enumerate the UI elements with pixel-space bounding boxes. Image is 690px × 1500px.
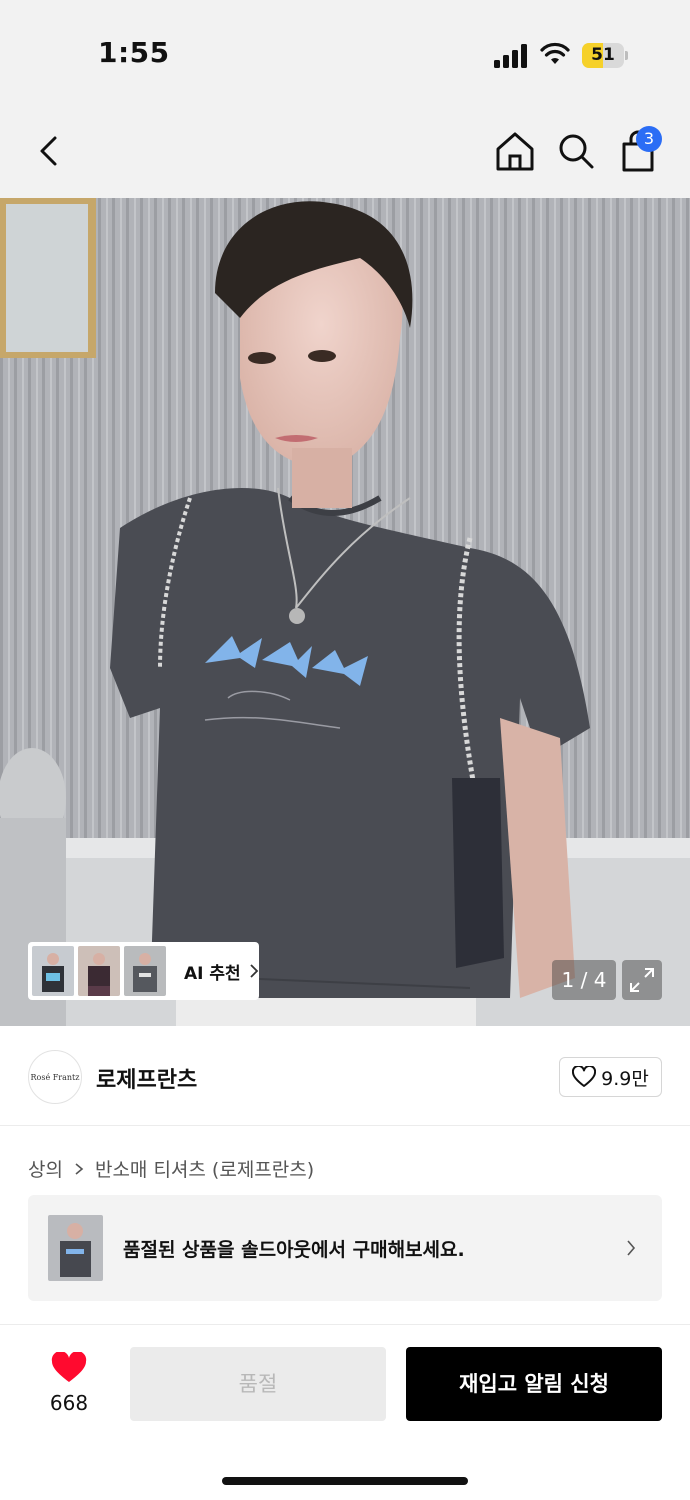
soldout-marketplace-banner[interactable]: 품절된 상품을 솔드아웃에서 구매해보세요. (28, 1195, 662, 1301)
breadcrumb: 상의 반소매 티셔츠 (로제프란츠) (28, 1155, 314, 1182)
brand-logo[interactable]: Rosé Frantz (28, 1050, 82, 1104)
brand-name[interactable]: 로제프란츠 (96, 1062, 197, 1094)
ai-recommend-button[interactable]: AI 추천 (28, 942, 259, 1000)
product-image-gallery[interactable]: AI 추천 1 / 4 (0, 198, 690, 1026)
breadcrumb-category[interactable]: 상의 (28, 1155, 63, 1182)
wifi-icon (540, 42, 570, 64)
brand-like-button[interactable]: 9.9만 (559, 1057, 662, 1097)
back-icon (40, 136, 57, 166)
cart-count-badge: 3 (636, 126, 662, 152)
top-nav-bar: 3 (0, 100, 690, 198)
expand-image-button[interactable] (622, 960, 662, 1000)
signal-icon (494, 44, 527, 68)
battery-icon: 51 (582, 43, 628, 68)
status-bar: 1:55 51 (0, 0, 690, 100)
breadcrumb-subcategory[interactable]: 반소매 티셔츠 (로제프란츠) (95, 1155, 314, 1182)
ai-recommend-label: AI 추천 (184, 963, 241, 984)
brand-like-count: 9.9만 (601, 1067, 649, 1090)
wishlist-count: 668 (49, 1391, 89, 1415)
ai-thumb-1 (32, 946, 74, 996)
bottom-action-bar: 668 품절 재입고 알림 신청 (0, 1324, 690, 1500)
expand-icon (630, 968, 654, 992)
search-button[interactable] (556, 130, 596, 172)
home-button[interactable] (494, 130, 536, 172)
wishlist-button[interactable]: 668 (38, 1349, 100, 1419)
restock-alert-button[interactable]: 재입고 알림 신청 (406, 1347, 662, 1421)
soldout-button: 품절 (130, 1347, 386, 1421)
status-time: 1:55 (98, 36, 170, 69)
image-pager-indicator: 1 / 4 (552, 960, 616, 1000)
product-photo (0, 198, 690, 1026)
home-icon (496, 132, 534, 171)
ai-thumb-2 (78, 946, 120, 996)
ai-thumb-3 (124, 946, 166, 996)
brand-row: Rosé Frantz 로제프란츠 9.9만 (0, 1026, 690, 1126)
chevron-right-icon (250, 964, 258, 978)
soldout-thumbnail (48, 1215, 103, 1281)
chevron-right-icon (627, 1240, 636, 1256)
battery-level: 51 (591, 45, 615, 65)
heart-filled-icon (51, 1352, 87, 1382)
back-button[interactable] (30, 130, 70, 172)
home-indicator (222, 1477, 468, 1485)
chevron-right-icon (75, 1162, 84, 1175)
soldout-banner-text: 품절된 상품을 솔드아웃에서 구매해보세요. (123, 1239, 465, 1261)
cart-button[interactable]: 3 (618, 126, 662, 172)
search-icon (559, 134, 594, 169)
heart-outline-icon (572, 1066, 597, 1087)
